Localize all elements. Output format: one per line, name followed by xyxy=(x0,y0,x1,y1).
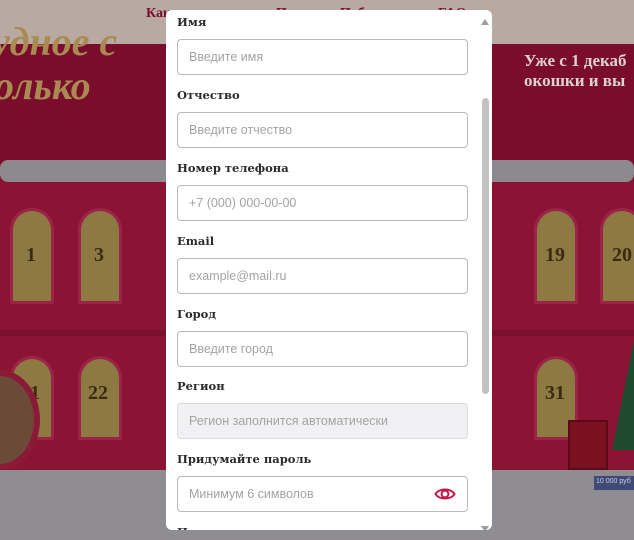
advent-window-number: 1 xyxy=(26,244,36,266)
password-label: Придумайте пароль xyxy=(177,452,312,466)
registration-modal: Имя Отчество Номер телефона Email Город … xyxy=(166,10,492,530)
eye-icon[interactable] xyxy=(434,485,456,503)
email-label: Email xyxy=(177,234,215,248)
first-name-input[interactable] xyxy=(177,39,468,75)
triangle-up-icon[interactable] xyxy=(481,13,489,25)
city-input[interactable] xyxy=(177,331,468,367)
city-label: Город xyxy=(177,307,216,321)
password-field: Придумайте пароль xyxy=(177,451,468,512)
christmas-tree-icon xyxy=(612,300,634,450)
advent-window-number: 31 xyxy=(545,382,565,404)
patronymic-field: Отчество xyxy=(177,87,468,148)
advent-window-number: 20 xyxy=(612,244,632,266)
advent-window-number: 19 xyxy=(545,244,565,266)
phone-label: Номер телефона xyxy=(177,161,289,175)
region-label: Регион xyxy=(177,379,225,393)
email-field: Email xyxy=(177,233,468,294)
scrollbar-thumb[interactable] xyxy=(482,98,489,394)
region-field: Регион xyxy=(177,378,468,439)
triangle-down-icon[interactable] xyxy=(481,520,489,530)
city-field: Город xyxy=(177,306,468,367)
prize-badge: 10 000 руб xyxy=(594,476,634,490)
phone-input[interactable] xyxy=(177,185,468,221)
promo-text-line-1: Уже с 1 декаб xyxy=(524,51,627,70)
region-input xyxy=(177,403,468,439)
gift-icon xyxy=(568,420,608,470)
banner-heading-line-2: олько xyxy=(0,63,91,108)
email-input[interactable] xyxy=(177,258,468,294)
banner-heading-line-1: удное с xyxy=(0,19,118,64)
password-input[interactable] xyxy=(177,476,468,512)
phone-field: Номер телефона xyxy=(177,160,468,221)
promo-text-line-2: окошки и вы xyxy=(524,71,626,90)
first-name-label: Имя xyxy=(177,15,207,29)
registration-form: Имя Отчество Номер телефона Email Город … xyxy=(166,10,476,530)
next-field: П xyxy=(177,524,468,530)
advent-window-number: 3 xyxy=(94,244,104,266)
password-input-wrapper xyxy=(177,476,468,512)
first-name-field: Имя xyxy=(177,14,468,75)
advent-window-number: 22 xyxy=(88,382,108,404)
next-field-label: П xyxy=(177,524,468,530)
patronymic-label: Отчество xyxy=(177,88,240,102)
modal-scrollbar[interactable] xyxy=(478,10,492,530)
patronymic-input[interactable] xyxy=(177,112,468,148)
